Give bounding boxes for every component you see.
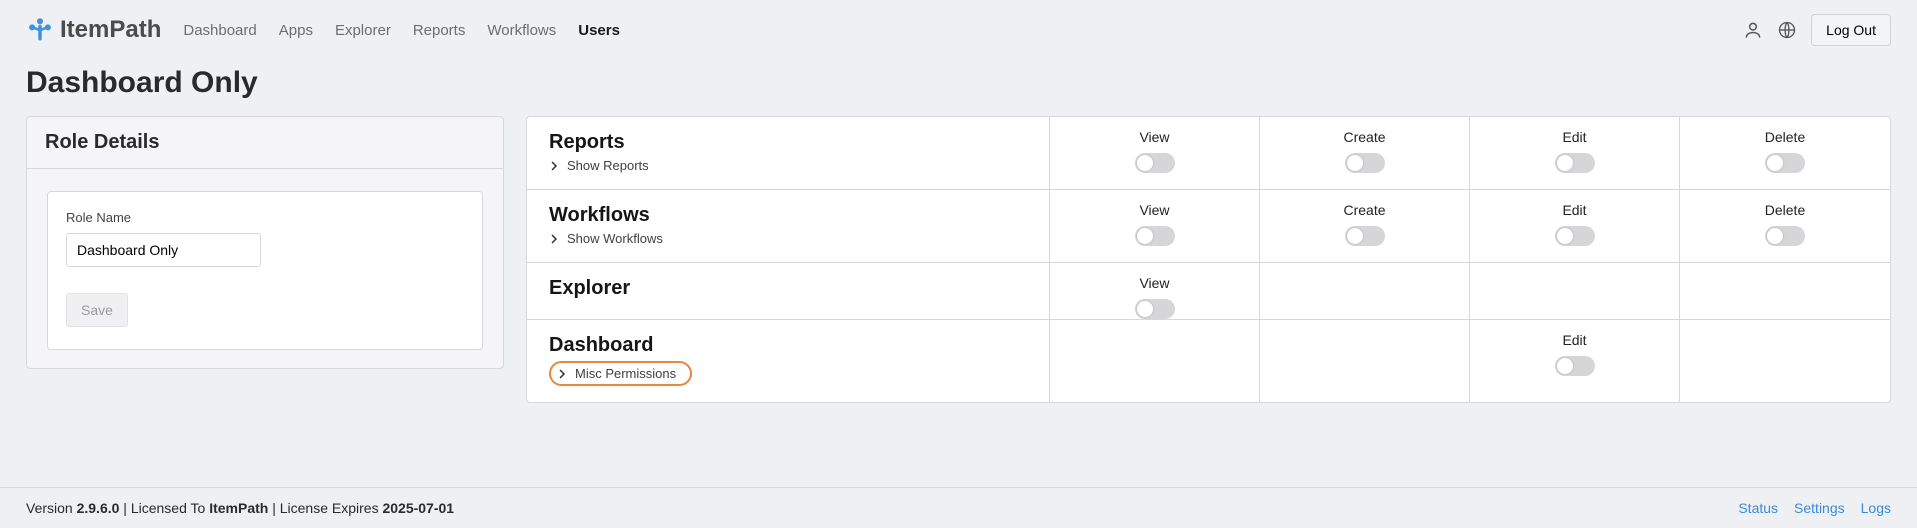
toggle-workflows-view[interactable] <box>1135 226 1175 246</box>
perm-col-edit: Edit <box>1562 129 1586 145</box>
footer-links: Status Settings Logs <box>1738 500 1891 516</box>
globe-icon[interactable] <box>1777 20 1797 40</box>
perm-col-delete: Delete <box>1765 202 1805 218</box>
perm-cell-empty <box>1260 320 1470 402</box>
perm-title: Dashboard <box>549 334 1029 357</box>
perm-cell-empty <box>1470 263 1680 319</box>
nav-item-dashboard[interactable]: Dashboard <box>183 22 256 39</box>
toggle-workflows-edit[interactable] <box>1555 226 1595 246</box>
perm-cell-empty <box>1260 263 1470 319</box>
page-title: Dashboard Only <box>0 52 1917 116</box>
nav-item-reports[interactable]: Reports <box>413 22 466 39</box>
nav-item-apps[interactable]: Apps <box>279 22 313 39</box>
toggle-workflows-delete[interactable] <box>1765 226 1805 246</box>
chevron-right-icon <box>549 161 559 171</box>
perm-col-view: View <box>1139 275 1169 291</box>
perm-row-reports: Reports Show Reports View Create Edit De… <box>527 117 1890 190</box>
brand-name: ItemPath <box>60 16 161 44</box>
perm-col-create: Create <box>1343 129 1385 145</box>
chevron-right-icon <box>549 234 559 244</box>
permissions-table: Reports Show Reports View Create Edit De… <box>526 116 1891 403</box>
perm-expand-reports[interactable]: Show Reports <box>549 158 1029 173</box>
perm-title: Explorer <box>549 277 1029 300</box>
perm-expand-workflows[interactable]: Show Workflows <box>549 231 1029 246</box>
perm-col-edit: Edit <box>1562 202 1586 218</box>
topbar-right: Log Out <box>1743 14 1891 46</box>
role-details-header: Role Details <box>27 117 503 169</box>
perm-col-delete: Delete <box>1765 129 1805 145</box>
role-details-form: Role Name Save <box>47 191 483 350</box>
logout-button[interactable]: Log Out <box>1811 14 1891 46</box>
brand-logo[interactable]: ItemPath <box>26 16 161 44</box>
toggle-dashboard-edit[interactable] <box>1555 356 1595 376</box>
perm-row-explorer: Explorer View <box>527 263 1890 320</box>
perm-col-view: View <box>1139 202 1169 218</box>
chevron-right-icon <box>557 369 567 379</box>
toggle-explorer-view[interactable] <box>1135 299 1175 319</box>
perm-cell-empty <box>1680 263 1890 319</box>
perm-expand-dashboard[interactable]: Misc Permissions <box>549 361 692 386</box>
toggle-workflows-create[interactable] <box>1345 226 1385 246</box>
toggle-reports-view[interactable] <box>1135 153 1175 173</box>
role-details-card: Role Details Role Name Save <box>26 116 504 369</box>
nav-item-explorer[interactable]: Explorer <box>335 22 391 39</box>
footer-link-status[interactable]: Status <box>1738 500 1778 516</box>
content-area: Role Details Role Name Save Reports Show… <box>0 116 1917 403</box>
top-navbar: ItemPath Dashboard Apps Explorer Reports… <box>0 0 1917 52</box>
perm-title: Reports <box>549 131 1029 154</box>
perm-cell-empty <box>1050 320 1260 402</box>
perm-col-create: Create <box>1343 202 1385 218</box>
main-nav: Dashboard Apps Explorer Reports Workflow… <box>183 22 620 39</box>
user-icon[interactable] <box>1743 20 1763 40</box>
perm-title: Workflows <box>549 204 1029 227</box>
perm-cell-empty <box>1680 320 1890 402</box>
nav-item-workflows[interactable]: Workflows <box>487 22 556 39</box>
perm-col-view: View <box>1139 129 1169 145</box>
brand-logo-icon <box>26 16 54 44</box>
footer-info: Version 2.9.6.0 | Licensed To ItemPath |… <box>26 500 454 516</box>
role-name-input[interactable] <box>66 233 261 267</box>
save-button[interactable]: Save <box>66 293 128 327</box>
footer: Version 2.9.6.0 | Licensed To ItemPath |… <box>0 487 1917 528</box>
perm-sub-label: Show Workflows <box>567 231 663 246</box>
footer-link-settings[interactable]: Settings <box>1794 500 1845 516</box>
nav-item-users[interactable]: Users <box>578 22 620 39</box>
perm-sub-label: Misc Permissions <box>575 366 676 381</box>
toggle-reports-create[interactable] <box>1345 153 1385 173</box>
footer-link-logs[interactable]: Logs <box>1861 500 1891 516</box>
perm-row-dashboard: Dashboard Misc Permissions Edit <box>527 320 1890 402</box>
role-name-label: Role Name <box>66 210 464 225</box>
perm-sub-label: Show Reports <box>567 158 649 173</box>
perm-col-edit: Edit <box>1562 332 1586 348</box>
perm-row-workflows: Workflows Show Workflows View Create Edi… <box>527 190 1890 263</box>
toggle-reports-edit[interactable] <box>1555 153 1595 173</box>
toggle-reports-delete[interactable] <box>1765 153 1805 173</box>
